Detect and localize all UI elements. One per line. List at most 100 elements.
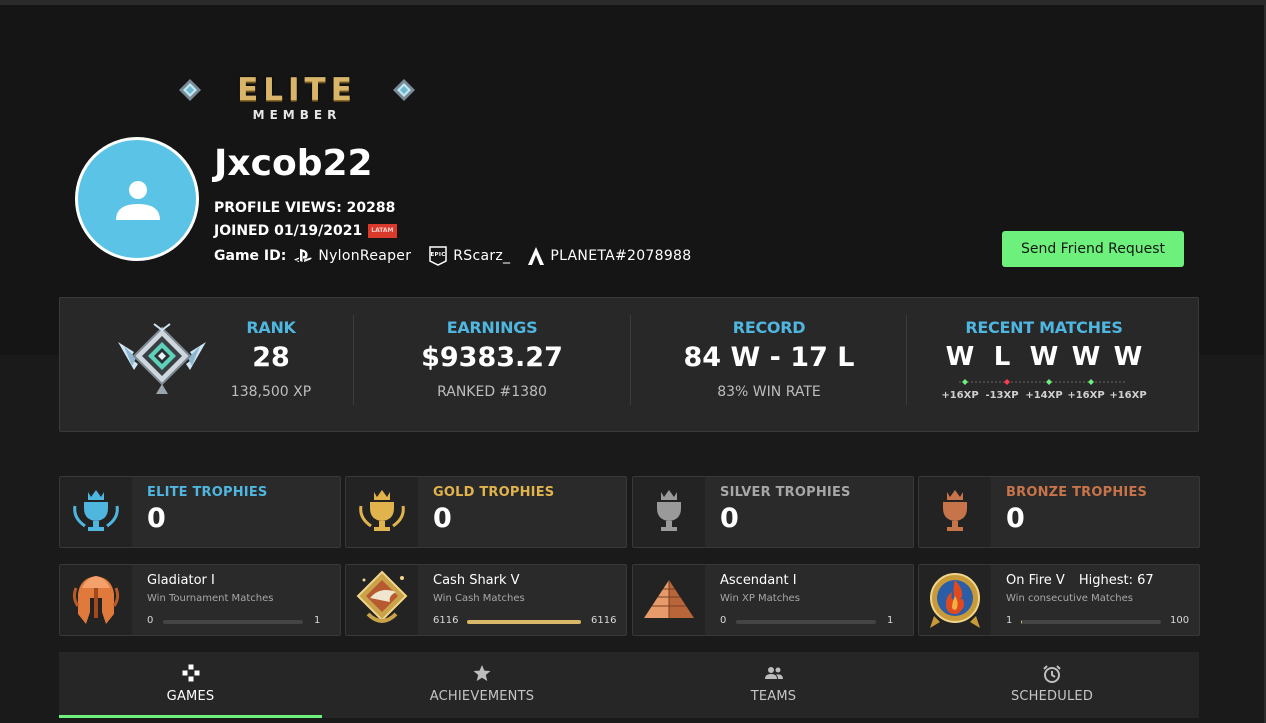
joined-date: JOINED 01/19/2021 <box>214 223 363 239</box>
trophy-label: BRONZE TROPHIES <box>1006 485 1148 500</box>
progress-bar <box>1021 620 1161 624</box>
profile-tabs: GAMES ACHIEVEMENTS TEAMS SCHEDULED <box>59 652 1199 718</box>
tab-label: TEAMS <box>750 689 797 704</box>
elite-trophy-icon <box>73 490 119 531</box>
achievement-card-cash-shark: Cash Shark V Win Cash Matches 6116 6116 <box>345 564 627 636</box>
elite-member-badge: ELITE MEMBER <box>176 70 418 124</box>
game-id-label: Game ID: <box>214 248 287 264</box>
game-id-playstation: NylonReaper <box>294 248 411 264</box>
recent-matches-track <box>959 379 1127 385</box>
recent-matches-stat: RECENT MATCHES W L W W W +16XP -13XP +14… <box>907 298 1181 431</box>
tab-teams[interactable]: TEAMS <box>642 652 905 718</box>
pyramid-icon <box>644 580 694 618</box>
alarm-clock-icon <box>1043 665 1061 683</box>
match-result: W <box>1071 342 1101 372</box>
progress-max: 6116 <box>591 615 617 626</box>
match-result: W <box>1029 342 1059 372</box>
progress-min: 0 <box>147 615 154 626</box>
earnings-stat: EARNINGS $9383.27 RANKED #1380 <box>354 298 630 431</box>
achievement-description: Win Tournament Matches <box>147 593 274 604</box>
recent-matches-label: RECENT MATCHES <box>965 318 1123 337</box>
tab-label: ACHIEVEMENTS <box>429 689 535 704</box>
trophy-label: SILVER TROPHIES <box>720 485 851 500</box>
win-marker <box>962 379 968 385</box>
rank-emblem-icon <box>118 323 206 394</box>
match-xp: +16XP <box>1067 390 1105 401</box>
achievement-description: Win XP Matches <box>720 593 800 604</box>
match-xp: -13XP <box>985 390 1019 401</box>
user-icon <box>116 181 160 220</box>
trophy-count: 0 <box>720 503 739 534</box>
progress-min: 0 <box>720 615 727 626</box>
tab-label: GAMES <box>166 689 215 704</box>
gladiator-helmet-icon <box>72 576 120 624</box>
cash-shark-icon <box>356 570 408 623</box>
progress-fill <box>467 620 581 624</box>
tab-label: SCHEDULED <box>1010 689 1094 704</box>
recent-xp: +16XP -13XP +14XP +16XP +16XP <box>907 390 1181 401</box>
trophy-label: GOLD TROPHIES <box>433 485 555 500</box>
avatar <box>75 137 199 261</box>
trophy-count: 0 <box>1006 503 1025 534</box>
bronze-trophies-card: BRONZE TROPHIES 0 <box>918 476 1200 548</box>
earnings-value: $9383.27 <box>421 342 563 373</box>
trophy-count: 0 <box>433 503 452 534</box>
achievement-name: Gladiator I <box>147 573 215 588</box>
trophy-label: ELITE TROPHIES <box>147 485 268 500</box>
send-friend-request-button[interactable]: Send Friend Request <box>1002 231 1184 267</box>
earnings-label: EARNINGS <box>446 318 538 337</box>
gamepad-icon <box>182 664 199 682</box>
progress-bar <box>467 620 581 624</box>
on-fire-icon <box>930 573 980 628</box>
progress-bar <box>736 620 876 624</box>
match-result: W <box>1113 342 1143 372</box>
tab-games[interactable]: GAMES <box>59 652 322 718</box>
tab-scheduled[interactable]: SCHEDULED <box>905 652 1199 718</box>
highest-streak: Highest: 67 <box>1078 573 1154 588</box>
achievement-description: Win consecutive Matches <box>1006 593 1133 604</box>
game-id-row: Game ID: NylonReaper EPIC RScarz_ PLANET… <box>214 246 709 266</box>
diamond-icon <box>393 79 415 101</box>
member-word: MEMBER <box>252 108 342 122</box>
progress-bar <box>163 620 303 624</box>
progress-max: 1 <box>887 615 894 626</box>
joined-date-row: JOINED 01/19/2021 LATAM <box>214 223 397 239</box>
match-result: W <box>945 342 975 372</box>
match-result: L <box>993 342 1011 372</box>
epic-id: RScarz_ <box>453 248 511 264</box>
loss-marker <box>1004 379 1010 385</box>
active-tab-indicator <box>59 715 322 718</box>
progress-max: 1 <box>314 615 321 626</box>
game-id-epic: EPIC RScarz_ <box>429 246 510 266</box>
progress-min: 6116 <box>433 615 459 626</box>
diamond-icon <box>179 79 201 101</box>
gold-trophy-icon <box>359 490 405 531</box>
achievement-card-gladiator: Gladiator I Win Tournament Matches 0 1 <box>59 564 341 636</box>
rank-xp: 138,500 XP <box>230 384 312 400</box>
trophy-count: 0 <box>147 503 166 534</box>
achievement-card-ascendant: Ascendant I Win XP Matches 0 1 <box>632 564 914 636</box>
elite-word: ELITE <box>237 72 357 108</box>
star-icon <box>473 665 491 681</box>
win-marker <box>1046 379 1052 385</box>
silver-trophy-icon <box>657 490 681 531</box>
region-tag: LATAM <box>368 224 397 238</box>
progress-fill <box>1021 620 1023 624</box>
match-xp: +16XP <box>941 390 979 401</box>
achievement-name: Ascendant I <box>720 573 797 588</box>
rank-label: RANK <box>246 318 296 337</box>
playstation-icon <box>294 249 312 263</box>
achievement-name: On Fire V <box>1006 573 1065 588</box>
win-marker <box>1088 379 1094 385</box>
tab-achievements[interactable]: ACHIEVEMENTS <box>322 652 642 718</box>
achievement-card-on-fire: On Fire V Highest: 67 Win consecutive Mat… <box>918 564 1200 636</box>
team-icon <box>764 667 783 679</box>
achievement-name: Cash Shark V <box>433 573 520 588</box>
achievement-name-row: On Fire V Highest: 67 <box>1006 573 1154 588</box>
progress-max: 100 <box>1170 615 1190 626</box>
progress-min: 1 <box>1006 615 1013 626</box>
record-label: RECORD <box>732 318 806 337</box>
profile-views: PROFILE VIEWS: 20288 <box>214 200 396 216</box>
activision-id: PLANETA#2078988 <box>550 248 692 264</box>
playstation-id: NylonReaper <box>318 248 412 264</box>
